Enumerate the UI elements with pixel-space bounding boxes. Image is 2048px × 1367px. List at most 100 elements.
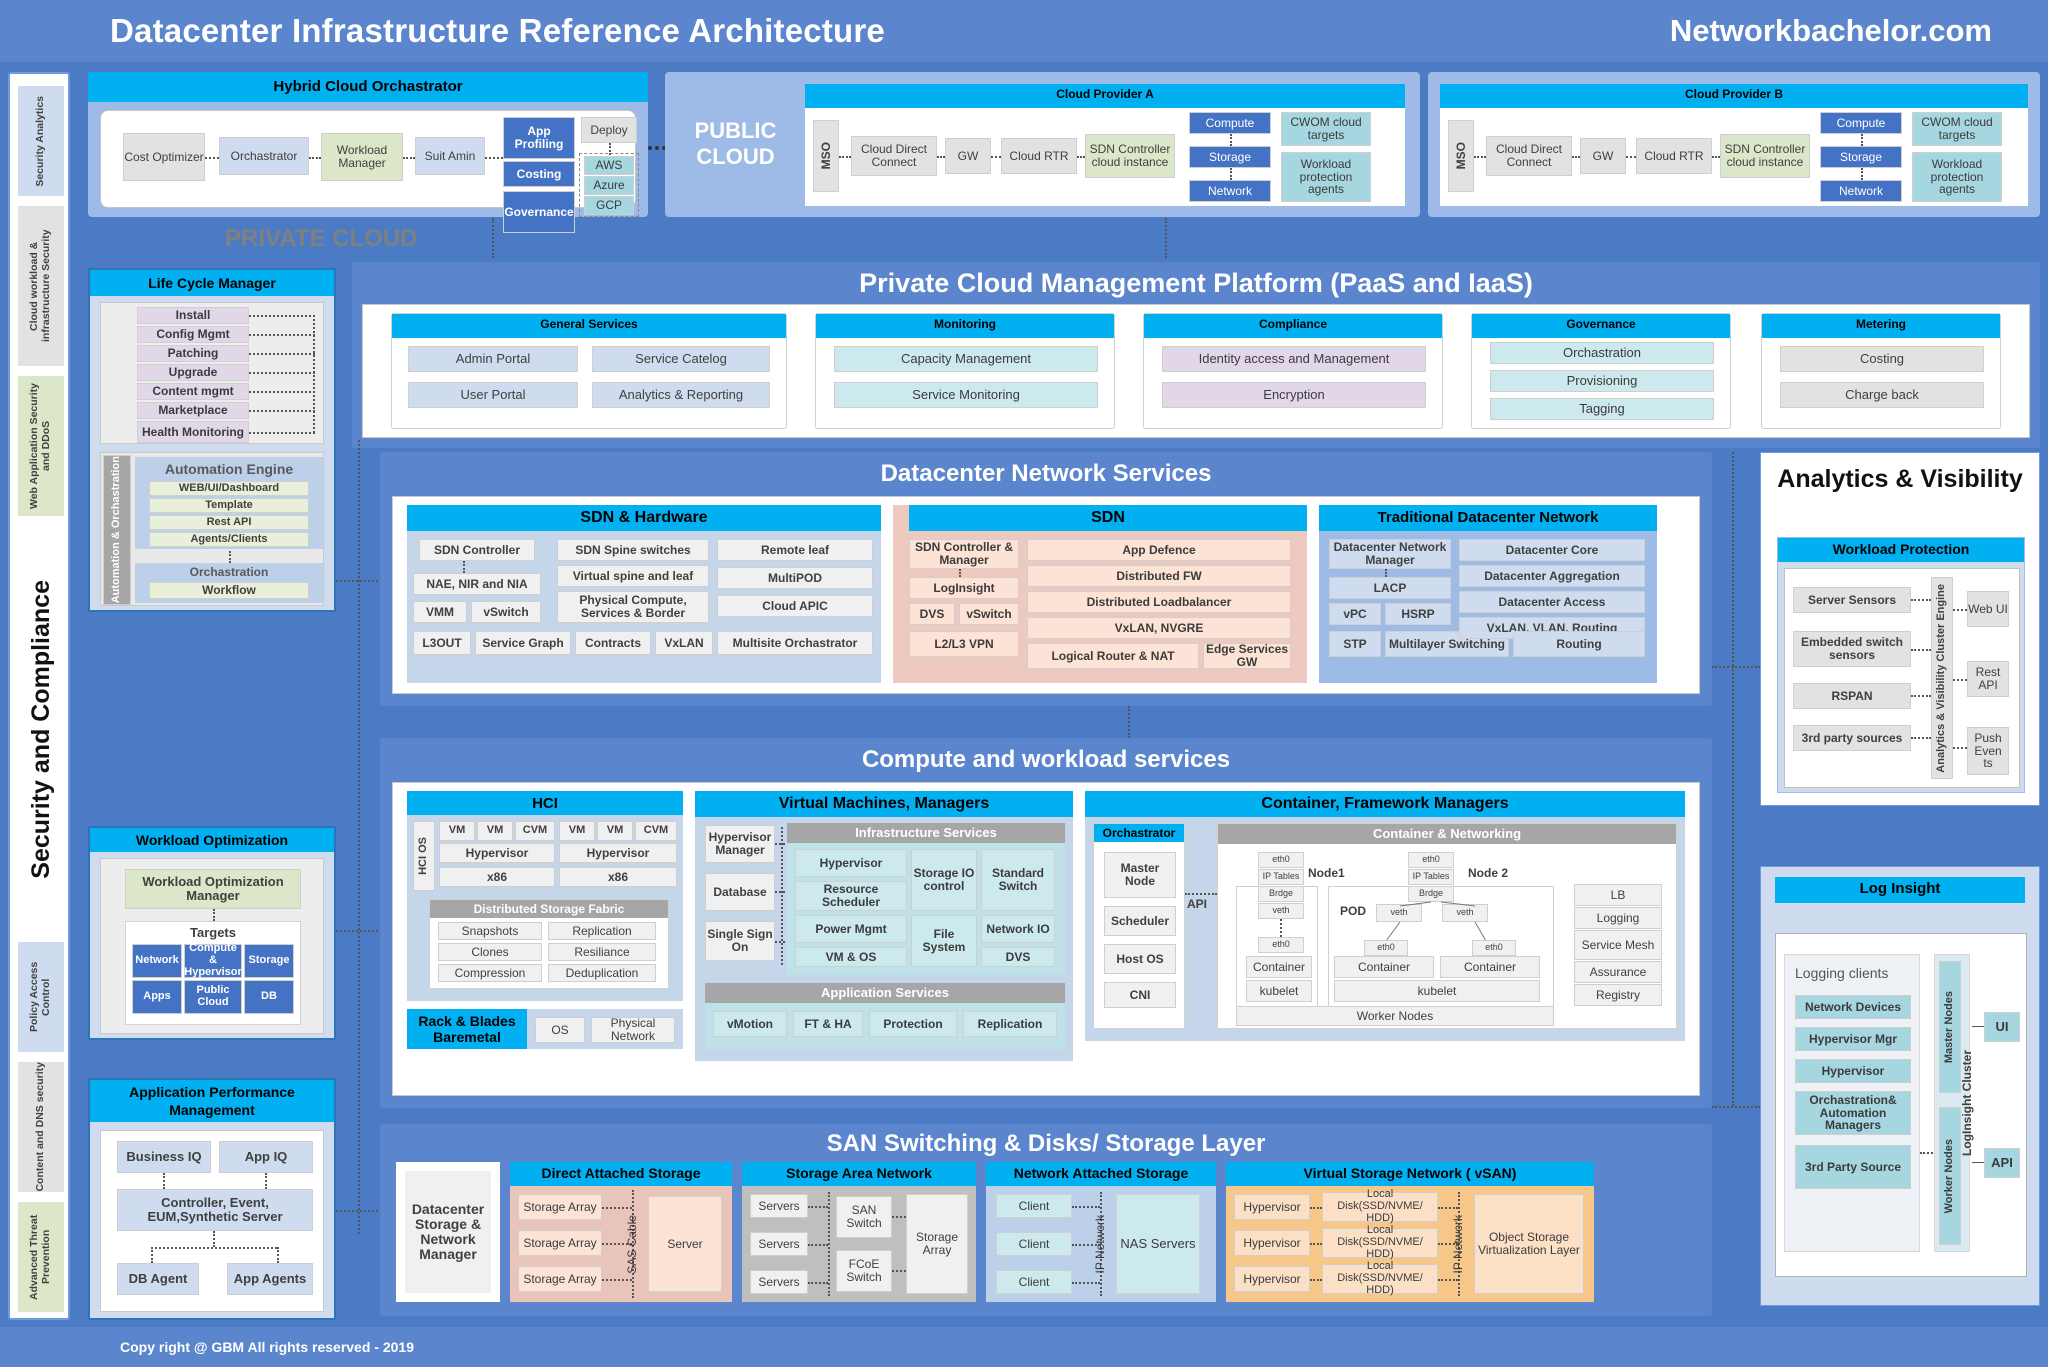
hci-n1-hypervisor[interactable]: Hypervisor	[439, 843, 555, 863]
wp-web-ui[interactable]: Web UI	[1967, 591, 2009, 627]
vm-standard-switch[interactable]: Standard Switch	[981, 849, 1055, 911]
vsan-local-disk-3[interactable]: Local Disk(SSD/NVME/ HDD)	[1322, 1260, 1438, 1296]
hci-n2-hypervisor[interactable]: Hypervisor	[559, 843, 677, 863]
nas-client-1[interactable]: Client	[996, 1194, 1072, 1218]
hci-n2-vm2[interactable]: VM	[597, 821, 633, 841]
li-hypervisor[interactable]: Hypervisor	[1795, 1059, 1911, 1083]
das-array-2[interactable]: Storage Array	[518, 1230, 602, 1256]
sdn-loginsight[interactable]: LogInsight	[909, 577, 1019, 599]
wopt-target-compute-hypervisor[interactable]: Compute & Hypervisor	[184, 942, 242, 978]
ae-rest-api[interactable]: Rest API	[149, 515, 309, 530]
das-array-1[interactable]: Storage Array	[518, 1194, 602, 1220]
san-servers-3[interactable]: Servers	[750, 1270, 808, 1294]
san-storage-array[interactable]: Storage Array	[906, 1194, 968, 1294]
storage-network-manager[interactable]: Datacenter Storage & Network Manager	[405, 1171, 491, 1293]
container-logging[interactable]: Logging	[1574, 907, 1662, 929]
hci-n1-x86[interactable]: x86	[439, 867, 555, 887]
ae-agents-clients[interactable]: Agents/Clients	[149, 532, 309, 547]
vm-dvs[interactable]: DVS	[981, 947, 1055, 967]
sdnhw-vxlan[interactable]: VxLAN	[655, 631, 713, 655]
sdnhw-virtual-spine-leaf[interactable]: Virtual spine and leaf	[557, 565, 709, 587]
sdnhw-multisite-orchestrator[interactable]: Multisite Orchastrator	[717, 631, 873, 655]
wp-rspan[interactable]: RSPAN	[1793, 683, 1911, 709]
hci-n2-vm1[interactable]: VM	[559, 821, 595, 841]
lcm-content-mgmt[interactable]: Content mgmt	[137, 383, 249, 400]
hci-n2-x86[interactable]: x86	[559, 867, 677, 887]
sdnhw-l3out[interactable]: L3OUT	[413, 631, 471, 655]
sdn-dvs[interactable]: DVS	[909, 603, 955, 625]
pcmp-costing[interactable]: Costing	[1780, 346, 1984, 372]
pcmp-tagging[interactable]: Tagging	[1490, 398, 1714, 420]
orchestration-workflow[interactable]: Workflow	[149, 582, 309, 599]
vm-resource-scheduler[interactable]: Resource Scheduler	[795, 881, 907, 911]
provider-a-cloud-rtr[interactable]: Cloud RTR	[1001, 138, 1077, 174]
pcmp-admin-portal[interactable]: Admin Portal	[408, 346, 578, 372]
wp-rest-api[interactable]: Rest API	[1967, 661, 2009, 697]
wp-embedded-switch-sensors[interactable]: Embedded switch sensors	[1793, 631, 1911, 667]
ae-web-ui-dashboard[interactable]: WEB/UI/Dashboard	[149, 481, 309, 496]
wopt-target-network[interactable]: Network	[132, 944, 182, 978]
lcm-marketplace[interactable]: Marketplace	[137, 402, 249, 419]
lcm-health-monitoring[interactable]: Health Monitoring	[137, 421, 249, 443]
trad-lacp[interactable]: LACP	[1329, 577, 1451, 599]
provider-b-network[interactable]: Network	[1820, 180, 1902, 202]
pcmp-orchestration[interactable]: Orchastration	[1490, 342, 1714, 364]
hco-cost-optimizer[interactable]: Cost Optimizer	[123, 133, 205, 181]
trad-dc-core[interactable]: Datacenter Core	[1459, 539, 1645, 561]
trad-dc-access[interactable]: Datacenter Access	[1459, 591, 1645, 613]
hci-clones[interactable]: Clones	[438, 943, 542, 961]
sdnhw-physical-compute[interactable]: Physical Compute, Services & Border	[557, 591, 709, 623]
hco-cloud-azure[interactable]: Azure	[584, 176, 634, 195]
ae-template[interactable]: Template	[149, 498, 309, 513]
wopt-target-apps[interactable]: Apps	[132, 980, 182, 1014]
sdnhw-spine-switches[interactable]: SDN Spine switches	[557, 539, 709, 561]
hco-suit-admin[interactable]: Suit Amin	[415, 137, 485, 175]
vm-ft-ha[interactable]: FT & HA	[793, 1011, 863, 1037]
hci-n1-cvm[interactable]: CVM	[515, 821, 555, 841]
pcmp-user-portal[interactable]: User Portal	[408, 382, 578, 408]
hco-cloud-gcp[interactable]: GCP	[584, 196, 634, 215]
trad-dcnm[interactable]: Datacenter Network Manager	[1329, 539, 1451, 569]
vsan-hypervisor-1[interactable]: Hypervisor	[1234, 1194, 1310, 1220]
lcm-config-mgmt[interactable]: Config Mgmt	[137, 326, 249, 343]
vm-file-system[interactable]: File System	[911, 915, 977, 967]
wopt-target-db[interactable]: DB	[244, 980, 294, 1014]
san-switch[interactable]: SAN Switch	[836, 1196, 892, 1238]
sdn-vxlan-nvgre[interactable]: VxLAN, NVGRE	[1027, 617, 1291, 639]
hco-costing[interactable]: Costing	[503, 161, 575, 187]
vm-storage-io-control[interactable]: Storage IO control	[911, 849, 977, 911]
li-network-devices[interactable]: Network Devices	[1795, 995, 1911, 1019]
hci-n1-vm2[interactable]: VM	[477, 821, 513, 841]
baremetal-os[interactable]: OS	[535, 1017, 585, 1043]
vm-hypervisor-manager[interactable]: Hypervisor Manager	[705, 825, 775, 863]
pcmp-identity-access[interactable]: Identity access and Management	[1162, 346, 1426, 372]
vsan-local-disk-2[interactable]: Local Disk(SSD/NVME/ HDD)	[1322, 1224, 1438, 1260]
provider-a-storage[interactable]: Storage	[1189, 146, 1271, 168]
sdnhw-nae-nir-nia[interactable]: NAE, NIR and NIA	[413, 573, 541, 595]
vm-vm-os[interactable]: VM & OS	[795, 947, 907, 967]
vsan-local-disk-1[interactable]: Local Disk(SSD/NVME/ HDD)	[1322, 1188, 1438, 1224]
container-registry[interactable]: Registry	[1574, 984, 1662, 1006]
hco-cloud-aws[interactable]: AWS	[584, 156, 634, 175]
hci-snapshots[interactable]: Snapshots	[438, 922, 542, 940]
pcmp-encryption[interactable]: Encryption	[1162, 382, 1426, 408]
sdn-distributed-fw[interactable]: Distributed FW	[1027, 565, 1291, 587]
hci-deduplication[interactable]: Deduplication	[548, 964, 656, 982]
sdnhw-vmm[interactable]: VMM	[413, 601, 467, 623]
node2-container-right[interactable]: Container	[1440, 956, 1540, 978]
sdnhw-multipod[interactable]: MultiPOD	[717, 567, 873, 589]
hco-workload-manager[interactable]: Workload Manager	[321, 133, 403, 181]
nas-client-2[interactable]: Client	[996, 1232, 1072, 1256]
container-assurance[interactable]: Assurance	[1574, 961, 1662, 983]
vm-database[interactable]: Database	[705, 873, 775, 911]
provider-a-sdn-controller[interactable]: SDN Controller cloud instance	[1085, 134, 1175, 178]
pcmp-provisioning[interactable]: Provisioning	[1490, 370, 1714, 392]
apm-business-iq[interactable]: Business IQ	[117, 1141, 211, 1173]
li-orchestration-automation[interactable]: Orchastration& Automation Managers	[1795, 1091, 1911, 1135]
san-servers-1[interactable]: Servers	[750, 1194, 808, 1218]
san-servers-2[interactable]: Servers	[750, 1232, 808, 1256]
sdnhw-service-graph[interactable]: Service Graph	[475, 631, 571, 655]
provider-b-cloud-rtr[interactable]: Cloud RTR	[1636, 138, 1712, 174]
provider-b-direct-connect[interactable]: Cloud Direct Connect	[1486, 136, 1572, 176]
li-3rd-party-source[interactable]: 3rd Party Source	[1795, 1145, 1911, 1189]
